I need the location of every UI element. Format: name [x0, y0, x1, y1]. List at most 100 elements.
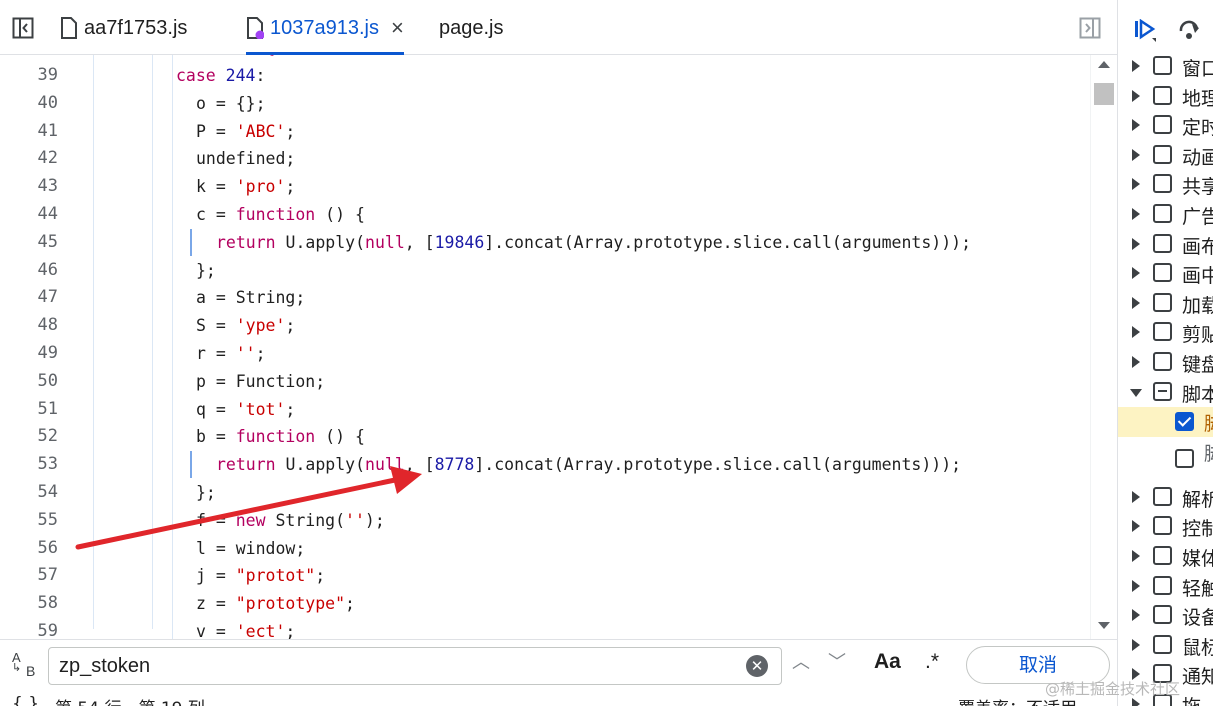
search-field[interactable]: ✕	[48, 647, 782, 685]
line-number[interactable]: 59	[0, 618, 58, 639]
breakpoint-category[interactable]: 窗口	[1118, 52, 1213, 82]
vertical-scrollbar[interactable]	[1090, 55, 1118, 639]
breakpoint-category[interactable]: 控制	[1118, 512, 1213, 542]
chevron-right-icon[interactable]	[1132, 326, 1140, 339]
chevron-right-icon[interactable]	[1132, 698, 1140, 706]
line-number[interactable]: 58	[0, 590, 58, 617]
chevron-right-icon[interactable]	[1132, 550, 1140, 562]
line-number[interactable]: 47	[0, 284, 58, 311]
chevron-right-icon[interactable]	[1132, 237, 1140, 250]
breakpoint-checkbox[interactable]	[1153, 634, 1172, 654]
match-case-toggle[interactable]: A ↳ B	[10, 650, 40, 680]
breakpoint-category[interactable]: 解析	[1118, 483, 1213, 513]
next-match-icon[interactable]: ﹀	[828, 648, 846, 674]
regex-button[interactable]: .*	[925, 650, 939, 674]
chevron-right-icon[interactable]	[1132, 579, 1140, 592]
line-number[interactable]: 51	[0, 396, 58, 423]
chevron-right-icon[interactable]	[1132, 208, 1140, 220]
breakpoint-checkbox[interactable]	[1153, 605, 1172, 625]
tab-0[interactable]: aa7f1753.js	[60, 8, 187, 48]
line-number[interactable]: 40	[0, 90, 58, 117]
chevron-right-icon[interactable]	[1132, 148, 1140, 161]
line-number[interactable]: 39	[0, 62, 58, 89]
breakpoint-category[interactable]: 鼠标	[1118, 631, 1213, 661]
breakpoint-category[interactable]: 脚	[1118, 407, 1213, 437]
previous-match-icon[interactable]: ︿	[792, 648, 810, 674]
chevron-right-icon[interactable]	[1132, 267, 1140, 280]
breakpoint-checkbox[interactable]	[1153, 381, 1172, 401]
line-number[interactable]: 52	[0, 423, 58, 450]
breakpoint-checkbox[interactable]	[1153, 486, 1172, 506]
line-number[interactable]: 44	[0, 201, 58, 228]
chevron-right-icon[interactable]	[1132, 638, 1140, 651]
breakpoint-checkbox[interactable]	[1175, 448, 1194, 468]
breakpoint-category[interactable]: 媒体	[1118, 542, 1213, 572]
chevron-right-icon[interactable]	[1132, 296, 1140, 309]
breakpoint-category[interactable]: 键盘	[1118, 348, 1213, 378]
breakpoint-category[interactable]: 脚	[1118, 437, 1213, 483]
breakpoint-category[interactable]: 画中	[1118, 259, 1213, 289]
breakpoint-category[interactable]: 地理	[1118, 82, 1213, 112]
breakpoint-checkbox[interactable]	[1175, 412, 1194, 432]
search-input[interactable]	[57, 651, 741, 681]
chevron-right-icon[interactable]	[1132, 520, 1140, 533]
breakpoint-checkbox[interactable]	[1153, 233, 1172, 253]
breakpoint-category[interactable]: 剪贴	[1118, 318, 1213, 348]
line-number[interactable]: 50	[0, 368, 58, 395]
match-case-button[interactable]: Aa	[874, 650, 901, 674]
step-over-icon[interactable]	[1178, 19, 1202, 41]
breakpoint-category[interactable]: 广告	[1118, 200, 1213, 230]
breakpoint-category[interactable]: 动画	[1118, 141, 1213, 171]
resume-icon[interactable]	[1134, 19, 1160, 43]
chevron-right-icon[interactable]	[1132, 119, 1140, 132]
scroll-up-icon[interactable]	[1098, 61, 1110, 68]
chevron-right-icon[interactable]	[1132, 89, 1140, 102]
scroll-thumb[interactable]	[1094, 83, 1114, 105]
breakpoint-category[interactable]: 轻触	[1118, 572, 1213, 602]
line-number[interactable]: 48	[0, 312, 58, 339]
line-number[interactable]: 42	[0, 145, 58, 172]
scroll-down-icon[interactable]	[1098, 622, 1110, 629]
toggle-debugger-icon[interactable]	[1079, 17, 1101, 39]
breakpoint-checkbox[interactable]	[1153, 56, 1172, 75]
line-number[interactable]: 57	[0, 562, 58, 589]
toggle-navigator-icon[interactable]	[12, 17, 34, 39]
breakpoint-checkbox[interactable]	[1153, 575, 1172, 595]
breakpoint-category[interactable]: 脚本	[1118, 378, 1213, 408]
chevron-right-icon[interactable]	[1132, 178, 1140, 191]
breakpoint-checkbox[interactable]	[1153, 115, 1172, 135]
tab-1[interactable]: 1037a913.js ×	[246, 8, 404, 55]
line-number[interactable]: 54	[0, 479, 58, 506]
clear-search-icon[interactable]: ✕	[746, 655, 768, 677]
chevron-down-icon[interactable]	[1130, 388, 1142, 397]
chevron-right-icon[interactable]	[1132, 60, 1140, 72]
line-number[interactable]: 43	[0, 173, 58, 200]
breakpoint-checkbox[interactable]	[1153, 352, 1172, 371]
breakpoint-category[interactable]: 加载	[1118, 289, 1213, 319]
line-number[interactable]: 56	[0, 535, 58, 562]
line-number[interactable]: 55	[0, 507, 58, 534]
close-tab-icon[interactable]: ×	[391, 15, 404, 41]
breakpoint-category[interactable]: 定时	[1118, 111, 1213, 141]
tab-2[interactable]: page.js	[439, 8, 504, 48]
breakpoint-checkbox[interactable]	[1153, 85, 1172, 105]
breakpoint-checkbox[interactable]	[1153, 144, 1172, 164]
line-number[interactable]: 53	[0, 451, 58, 478]
code-editor[interactable]: switch (a) {39 case 244: 40 o = {}; 41 P = 'A…	[0, 55, 1090, 639]
breakpoint-checkbox[interactable]	[1153, 546, 1172, 565]
chevron-right-icon[interactable]	[1132, 609, 1140, 622]
breakpoint-checkbox[interactable]	[1153, 174, 1172, 194]
pretty-print-icon[interactable]: { }	[12, 694, 39, 706]
chevron-right-icon[interactable]	[1132, 490, 1140, 503]
line-number[interactable]: 46	[0, 257, 58, 284]
breakpoint-checkbox[interactable]	[1153, 516, 1172, 536]
breakpoint-category[interactable]: 设备	[1118, 601, 1213, 631]
breakpoint-checkbox[interactable]	[1153, 322, 1172, 342]
breakpoint-category[interactable]: 画布	[1118, 230, 1213, 260]
chevron-right-icon[interactable]	[1132, 356, 1140, 368]
breakpoint-checkbox[interactable]	[1153, 263, 1172, 283]
breakpoint-checkbox[interactable]	[1153, 292, 1172, 312]
line-number[interactable]: 41	[0, 118, 58, 145]
breakpoint-checkbox[interactable]	[1153, 204, 1172, 223]
line-number[interactable]: 45	[0, 229, 58, 256]
